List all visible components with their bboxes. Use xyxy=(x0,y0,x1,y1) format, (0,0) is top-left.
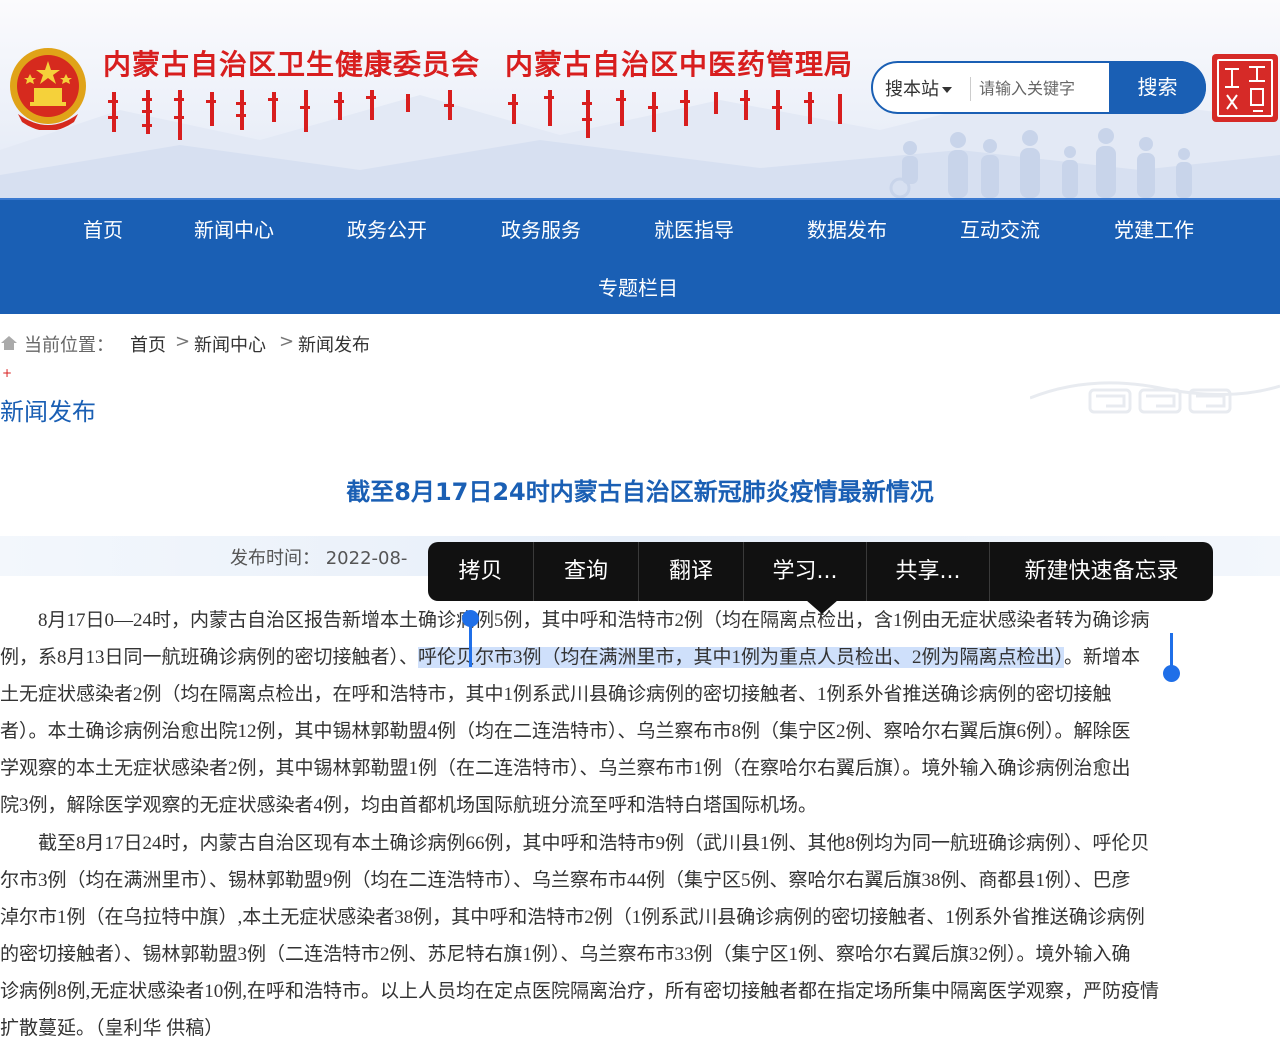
search-scope-label: 搜本站 xyxy=(885,79,939,100)
handle-knob[interactable] xyxy=(1163,665,1180,682)
selection-end-handle[interactable] xyxy=(1163,633,1180,682)
menu-lookup[interactable]: 查询 xyxy=(534,542,638,601)
breadcrumb-news-center[interactable]: 新闻中心 xyxy=(194,331,266,357)
selected-text[interactable]: 呼伦贝尔市3例（均在满洲里市，其中1例为重点人员检出、2例为隔离点检出） xyxy=(418,647,1065,668)
national-emblem-icon xyxy=(10,48,86,130)
selection-start-handle[interactable] xyxy=(462,610,479,667)
breadcrumb: 当前位置： 首页 > 新闻中心 > 新闻发布 xyxy=(0,331,420,357)
nav-item-interaction[interactable]: 互动交流 xyxy=(960,214,1040,243)
search-input[interactable] xyxy=(977,73,1111,103)
seal-logo xyxy=(1212,54,1278,122)
paragraph-line: 的密切接触者）、锡林郭勒盟3例（二连浩特市2例、苏尼特右旗1例）、乌兰察布市33… xyxy=(0,944,1131,965)
section-title: 新闻发布 xyxy=(0,398,96,426)
paragraph-line: 尔市3例（均在满洲里市）、锡林郭勒盟9例（均在二连浩特市）、乌兰察布市44例（集… xyxy=(0,870,1131,891)
menu-translate[interactable]: 翻译 xyxy=(639,542,743,601)
breadcrumb-label: 当前位置： xyxy=(24,335,114,356)
publish-time: 发布时间： 2022-08- xyxy=(230,548,408,569)
search-divider xyxy=(970,77,971,101)
mongolian-script-logo xyxy=(108,90,454,140)
search-button[interactable]: 搜索 xyxy=(1109,61,1206,114)
ornament-pattern xyxy=(1030,381,1280,414)
main-nav: 首页 新闻中心 政务公开 政务服务 就医指导 数据发布 互动交流 党建工作 专题… xyxy=(0,198,1280,314)
paragraph-line: 土无症状感染者2例（均在隔离点检出，在呼和浩特市，其中1例系武川县确诊病例的密切… xyxy=(0,684,1112,705)
seal-border xyxy=(1217,59,1273,117)
menu-learn[interactable]: 学习... xyxy=(744,542,866,601)
nav-item-gov-service[interactable]: 政务服务 xyxy=(501,214,581,243)
paragraph-line: 学观察的本土无症状感染者2例，其中锡林郭勒盟1例（在二连浩特市）、乌兰察布市1例… xyxy=(0,758,1131,779)
paragraph-line: 截至8月17日24时，内蒙古自治区现有本土确诊病例66例，其中呼和浩特市9例（武… xyxy=(38,833,1150,854)
breadcrumb-sep: > xyxy=(175,331,191,352)
paragraph-line: 例，系8月13日同一航班确诊病例的密切接触者）、呼伦贝尔市3例（均在满洲里市，其… xyxy=(0,642,1140,669)
breadcrumb-home[interactable]: 首页 xyxy=(130,331,166,357)
paragraph-line: 院3例，解除医学观察的无症状感染者4例，均由首都机场国际航班分流至呼和浩特白塔国… xyxy=(0,795,818,816)
paragraph-line: 诊病例8例,无症状感染者10例,在呼和浩特市。以上人员均在定点医院隔离治疗，所有… xyxy=(0,981,1160,1002)
article-title: 截至8月17日24时内蒙古自治区新冠肺炎疫情最新情况 xyxy=(346,478,934,506)
seal-glyph-icon xyxy=(1225,66,1265,112)
text-context-menu: 拷贝 查询 翻译 学习... 共享... 新建快速备忘录 xyxy=(428,542,1213,601)
home-icon xyxy=(1,336,17,350)
paragraph-line: 扩散蔓延。（皇利华 供稿） xyxy=(0,1018,224,1039)
caret-down-icon xyxy=(942,87,952,93)
paragraph-line: 淖尔市1例（在乌拉特中旗）,本土无症状感染者38例，其中呼和浩特市2例（1例系武… xyxy=(0,907,1145,928)
site-header: 内蒙古自治区卫生健康委员会 内蒙古自治区中医药管理局 搜本站 请输入关键字 搜索 xyxy=(0,0,1280,198)
text-span: 。新增本 xyxy=(1064,647,1141,668)
nav-item-gov-info[interactable]: 政务公开 xyxy=(347,214,427,243)
menu-new-quick-note[interactable]: 新建快速备忘录 xyxy=(990,542,1213,601)
site-title-tcm-bureau: 内蒙古自治区中医药管理局 xyxy=(505,48,854,81)
breadcrumb-news-release[interactable]: 新闻发布 xyxy=(298,331,370,357)
menu-share[interactable]: 共享... xyxy=(867,542,989,601)
menu-copy[interactable]: 拷贝 xyxy=(428,542,533,601)
nav-item-special-topics[interactable]: 专题栏目 xyxy=(598,272,678,301)
people-silhouette-illustration xyxy=(889,128,1192,198)
mongolian-script-logo-2 xyxy=(508,90,842,138)
breadcrumb-sep: > xyxy=(279,331,295,352)
site-title-health-commission: 内蒙古自治区卫生健康委员会 xyxy=(103,48,481,81)
nav-item-data-release[interactable]: 数据发布 xyxy=(807,214,887,243)
search-box: 搜本站 搜索 xyxy=(871,61,1206,114)
context-menu-pointer xyxy=(806,600,838,614)
nav-item-news[interactable]: 新闻中心 xyxy=(194,214,274,243)
handle-knob[interactable] xyxy=(462,610,479,627)
red-plus-marker: + xyxy=(2,366,13,380)
nav-item-medical-guide[interactable]: 就医指导 xyxy=(654,214,734,243)
nav-item-home[interactable]: 首页 xyxy=(83,214,123,243)
text-span: 例，系8月13日同一航班确诊病例的密切接触者）、 xyxy=(0,647,419,668)
paragraph-line: 8月17日0—24时，内蒙古自治区报告新增本土确诊病例5例，其中呼和浩特市2例（… xyxy=(38,610,1150,631)
nav-item-party-building[interactable]: 党建工作 xyxy=(1114,214,1194,243)
search-scope-dropdown[interactable]: 搜本站 xyxy=(885,75,952,101)
paragraph-line: 者）。本土确诊病例治愈出院12例，其中锡林郭勒盟4例（均在二连浩特市）、乌兰察布… xyxy=(0,721,1131,742)
